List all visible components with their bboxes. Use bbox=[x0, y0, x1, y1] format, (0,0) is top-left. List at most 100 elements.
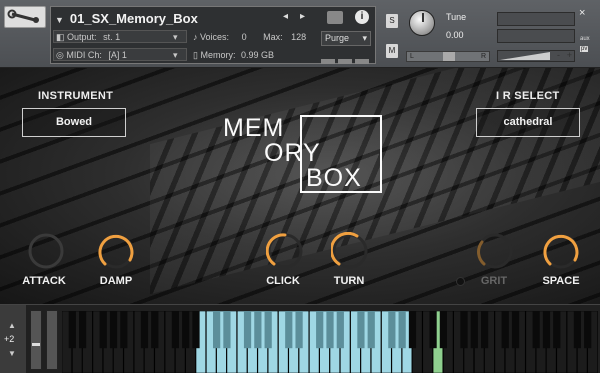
black-key[interactable] bbox=[439, 311, 447, 349]
black-key[interactable] bbox=[357, 311, 365, 349]
grit-label: GRIT bbox=[480, 275, 508, 287]
black-key[interactable] bbox=[316, 311, 324, 349]
space-knob[interactable] bbox=[542, 232, 580, 270]
black-key[interactable] bbox=[79, 311, 87, 349]
black-key[interactable] bbox=[367, 311, 375, 349]
octave-down-icon[interactable]: ▼ bbox=[8, 349, 16, 358]
pan-left-label: L bbox=[410, 53, 414, 60]
aux-button[interactable]: aux bbox=[580, 36, 590, 42]
damp-knob[interactable] bbox=[97, 232, 135, 270]
instrument-stage: INSTRUMENT Bowed I R SELECT cathedral ME… bbox=[0, 68, 600, 304]
black-key[interactable] bbox=[429, 311, 437, 349]
close-icon[interactable]: × bbox=[579, 7, 585, 19]
instrument-section-label: INSTRUMENT bbox=[38, 90, 114, 102]
logo-line-1: MEM bbox=[223, 114, 285, 142]
octave-up-icon[interactable]: ▲ bbox=[8, 321, 16, 330]
black-key[interactable] bbox=[68, 311, 76, 349]
keyboard-area: ▲ +2 ▼ bbox=[0, 304, 600, 373]
piano-keyboard[interactable] bbox=[62, 311, 598, 373]
black-key[interactable] bbox=[171, 311, 179, 349]
black-key[interactable] bbox=[99, 311, 107, 349]
instrument-name[interactable]: ▼ 01_SX_Memory_Box bbox=[55, 10, 305, 27]
purge-indicators bbox=[321, 51, 372, 69]
click-knob[interactable] bbox=[266, 232, 304, 270]
voices-icon: ♪ bbox=[193, 32, 201, 42]
black-key[interactable] bbox=[120, 311, 128, 349]
volume-minus[interactable]: - bbox=[557, 50, 560, 60]
black-key[interactable] bbox=[182, 311, 190, 349]
ir-select[interactable]: cathedral bbox=[476, 108, 580, 137]
black-key[interactable] bbox=[285, 311, 293, 349]
midi-label: MIDI Ch: bbox=[66, 50, 102, 60]
midi-icon: ◎ bbox=[56, 50, 67, 60]
prev-instrument-icon[interactable]: ◂ bbox=[283, 11, 288, 22]
instrument-select[interactable]: Bowed bbox=[22, 108, 126, 137]
attack-knob[interactable] bbox=[27, 232, 65, 270]
black-key[interactable] bbox=[542, 311, 551, 349]
camera-icon[interactable] bbox=[327, 11, 343, 24]
grit-knob[interactable] bbox=[476, 232, 514, 270]
pan-slider[interactable]: L R bbox=[406, 51, 490, 62]
volume-slider[interactable]: - + bbox=[497, 50, 575, 62]
memory-label: Memory: bbox=[200, 50, 236, 60]
black-key[interactable] bbox=[398, 311, 406, 349]
turn-knob[interactable] bbox=[331, 232, 369, 270]
logo-line-2: ORY bbox=[264, 139, 321, 167]
pan-handle[interactable] bbox=[443, 52, 455, 61]
black-key[interactable] bbox=[408, 311, 417, 349]
output-label: Output: bbox=[67, 32, 97, 42]
tune-value[interactable]: 0.00 bbox=[446, 30, 464, 40]
pitch-wheel[interactable] bbox=[30, 310, 42, 370]
pan-right-label: R bbox=[480, 53, 486, 60]
octave-control: ▲ +2 ▼ bbox=[0, 305, 26, 373]
space-label: SPACE bbox=[542, 275, 580, 287]
black-key[interactable] bbox=[264, 311, 272, 349]
black-key[interactable] bbox=[151, 311, 159, 349]
black-key[interactable] bbox=[326, 311, 334, 349]
click-label: CLICK bbox=[266, 275, 300, 287]
black-key[interactable] bbox=[140, 311, 149, 349]
black-key[interactable] bbox=[573, 311, 581, 349]
instrument-header: ▼ 01_SX_Memory_Box ◂ ▸ i ◧ Output: st. 1 ▾… bbox=[0, 0, 600, 68]
black-key[interactable] bbox=[223, 311, 231, 349]
black-key[interactable] bbox=[553, 311, 561, 349]
black-key[interactable] bbox=[532, 311, 540, 349]
ir-section-label: I R SELECT bbox=[496, 90, 560, 102]
black-key[interactable] bbox=[295, 311, 303, 349]
turn-label: TURN bbox=[333, 275, 365, 287]
mod-wheel[interactable] bbox=[46, 310, 58, 370]
volume-plus[interactable]: + bbox=[567, 50, 572, 60]
black-key[interactable] bbox=[501, 311, 509, 349]
black-key[interactable] bbox=[213, 311, 221, 349]
attack-label: ATTACK bbox=[22, 275, 66, 287]
output-dropdown-icon[interactable]: ▾ bbox=[173, 31, 178, 43]
purge-button[interactable]: Purge ▾ bbox=[321, 31, 371, 46]
black-key[interactable] bbox=[470, 311, 478, 349]
volume-ramp bbox=[500, 52, 550, 60]
max-value[interactable]: 128 bbox=[291, 32, 306, 42]
level-meter-right bbox=[497, 29, 575, 43]
tune-label: Tune bbox=[446, 12, 467, 22]
tune-knob[interactable] bbox=[409, 10, 435, 36]
pv-button[interactable]: pv bbox=[580, 46, 589, 52]
black-key[interactable] bbox=[336, 311, 344, 349]
black-key[interactable] bbox=[109, 311, 118, 349]
black-key[interactable] bbox=[388, 311, 396, 349]
next-instrument-icon[interactable]: ▸ bbox=[300, 11, 305, 22]
black-key[interactable] bbox=[192, 311, 200, 349]
black-key[interactable] bbox=[243, 311, 252, 349]
black-key[interactable] bbox=[584, 311, 592, 349]
black-key[interactable] bbox=[460, 311, 468, 349]
collapse-triangle-icon[interactable]: ▼ bbox=[55, 15, 64, 25]
solo-button[interactable]: S bbox=[386, 14, 398, 28]
wrench-icon[interactable] bbox=[4, 6, 46, 28]
max-label: Max: bbox=[263, 32, 283, 42]
info-icon[interactable]: i bbox=[355, 10, 369, 24]
midi-dropdown-icon[interactable]: ▾ bbox=[173, 49, 178, 61]
memory-value: 0.99 GB bbox=[240, 50, 275, 60]
black-key[interactable] bbox=[481, 311, 489, 349]
voices-label: Voices: bbox=[200, 32, 230, 42]
black-key[interactable] bbox=[511, 311, 520, 349]
mute-button[interactable]: M bbox=[386, 44, 398, 58]
black-key[interactable] bbox=[254, 311, 262, 349]
